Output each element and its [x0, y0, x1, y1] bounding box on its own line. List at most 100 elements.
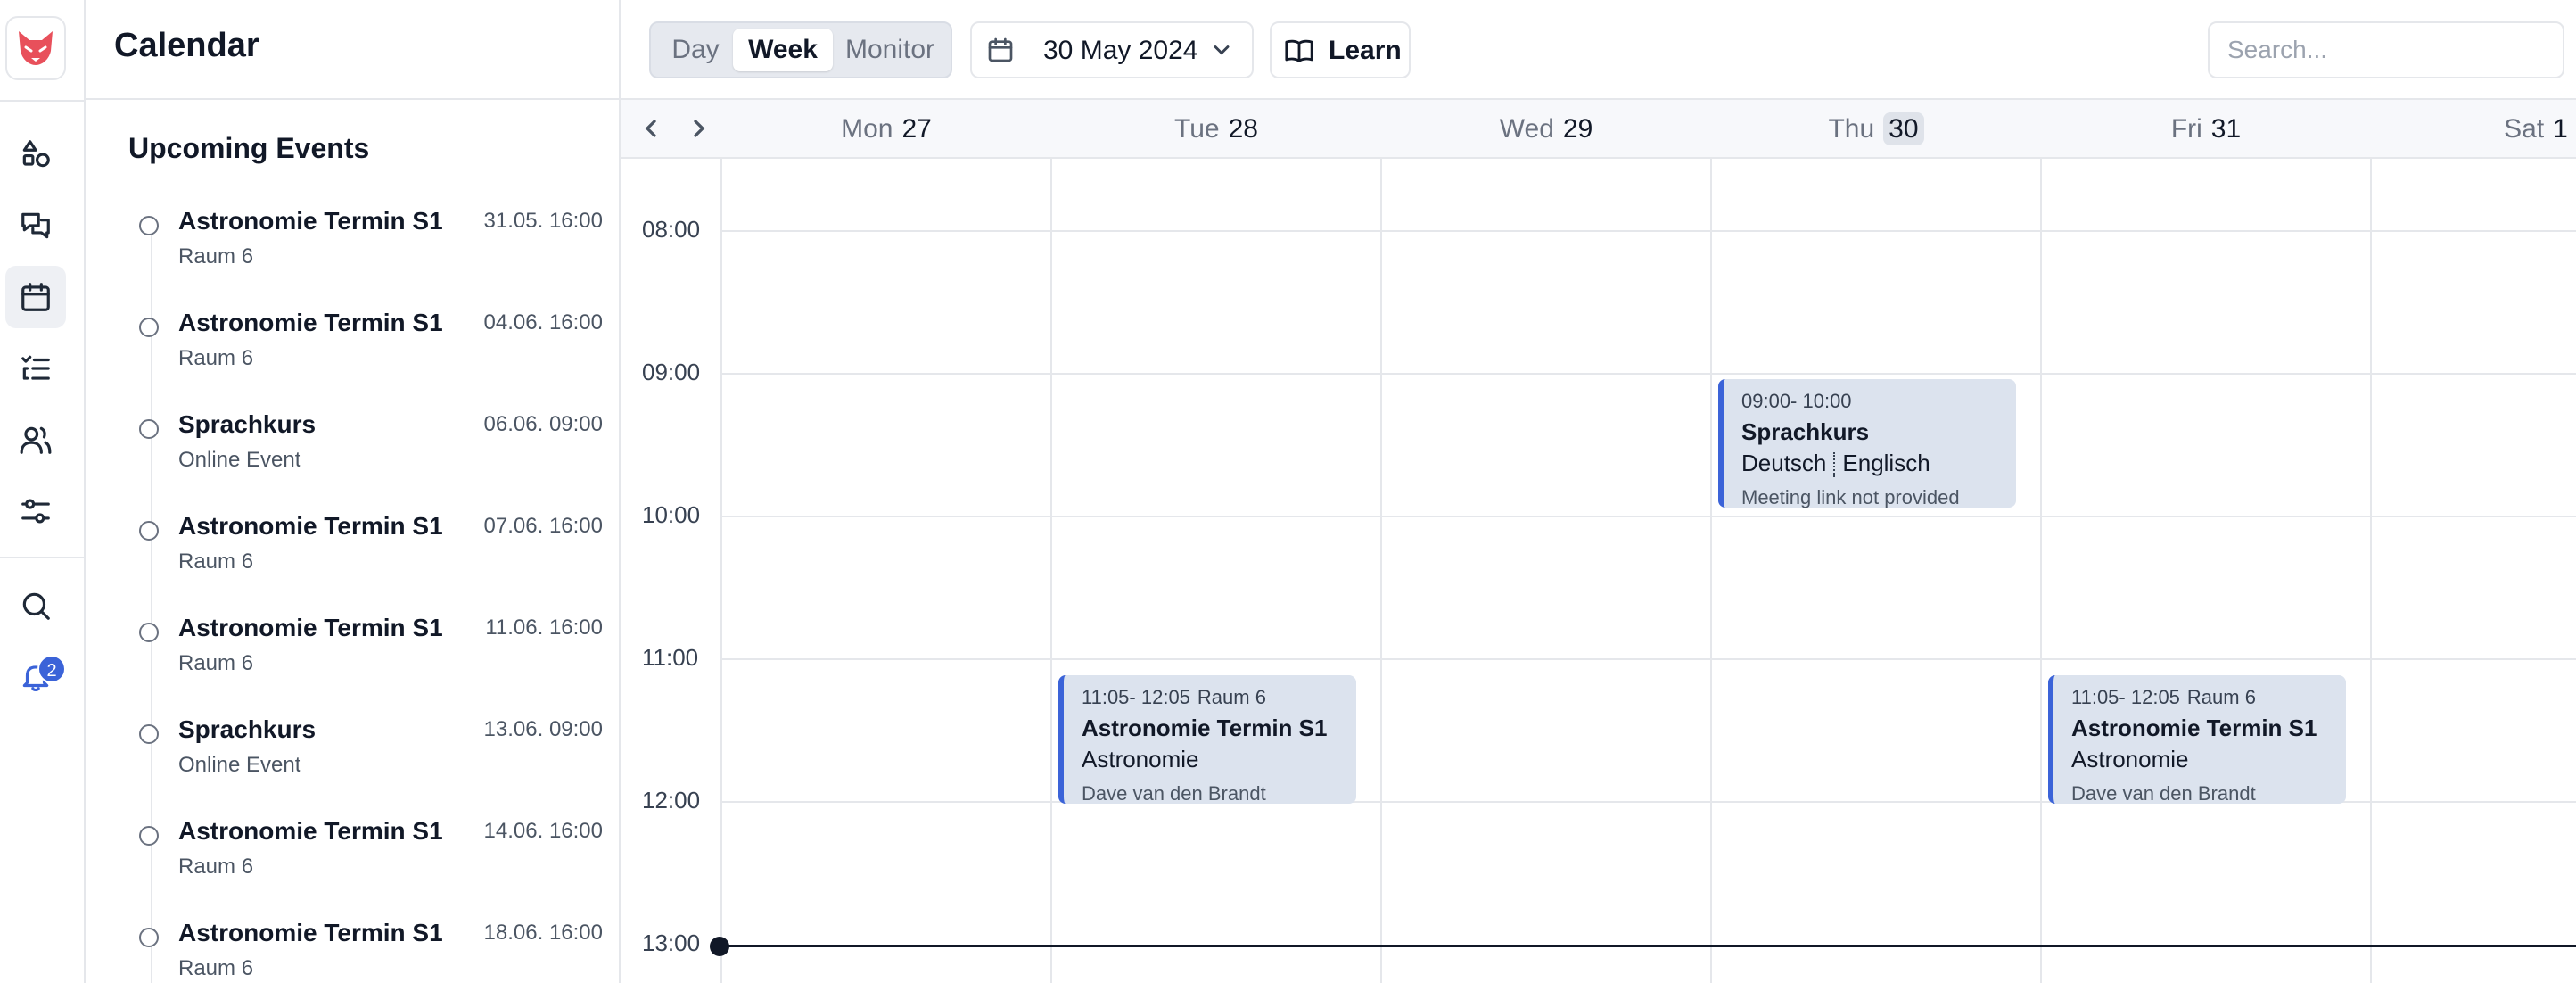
chevron-right-icon[interactable] — [685, 114, 713, 143]
event-time-row: 11:05- 12:05 Raum 6 — [2071, 686, 2346, 709]
rail-item-search[interactable] — [5, 574, 66, 637]
event-date: 04.06. 16:00 — [483, 310, 603, 335]
day-number: 31 — [2210, 114, 2242, 144]
timeline-dot — [139, 521, 159, 541]
hour-label: 12:00 — [642, 787, 701, 814]
fox-logo-icon — [19, 31, 53, 65]
event-subject: Astronomie — [2071, 746, 2189, 772]
timeline-dot — [139, 623, 159, 642]
event-title: Astronomie Termin S1 — [178, 309, 443, 336]
timeline-dot — [139, 928, 159, 947]
event-room: Raum 6 — [2186, 686, 2256, 708]
day-number: 27 — [901, 114, 932, 144]
event-title: Sprachkurs — [178, 715, 317, 743]
event-title: Sprachkurs — [1741, 418, 1870, 445]
timeline-dot — [139, 419, 159, 439]
day-number: 29 — [1562, 114, 1593, 144]
grid-column-line — [1050, 159, 1052, 983]
upcoming-event-item[interactable]: Astronomie Termin S1 04.06. 16:00 Raum 6 — [139, 309, 603, 398]
event-location: Raum 6 — [178, 346, 254, 370]
event-title: Astronomie Termin S1 — [178, 512, 443, 540]
calendar-event-astronomie[interactable]: 11:05- 12:05 Raum 6 Astronomie Termin S1 … — [2048, 675, 2346, 804]
rail-item-users[interactable] — [5, 409, 66, 471]
timeline-dot — [139, 826, 159, 846]
chat-icon — [21, 212, 50, 239]
upcoming-event-item[interactable]: Astronomie Termin S1 11.06. 16:00 Raum 6 — [139, 614, 603, 703]
event-teacher: Dave van den Brandt — [2071, 782, 2256, 804]
grid-column-line — [720, 159, 722, 983]
event-date: 07.06. 16:00 — [483, 514, 603, 538]
selected-date: 30 May 2024 — [1043, 36, 1198, 65]
chevron-left-icon[interactable] — [637, 114, 665, 143]
view-day-button[interactable]: Day — [658, 29, 733, 71]
date-picker[interactable]: 30 May 2024 — [970, 21, 1254, 78]
upcoming-event-item[interactable]: Sprachkurs 06.06. 09:00 Online Event — [139, 410, 603, 500]
search-icon — [22, 592, 50, 620]
event-subject: Astronomie — [1082, 746, 1199, 772]
app-logo[interactable] — [5, 16, 66, 80]
calendar-icon — [21, 283, 50, 311]
calendar-event-sprachkurs[interactable]: 09:00- 10:00 Sprachkurs Deutsch Englisch … — [1718, 379, 2016, 508]
upcoming-event-item[interactable]: Astronomie Termin S1 07.06. 16:00 Raum 6 — [139, 512, 603, 601]
day-header-tue[interactable]: Tue 28 — [1051, 114, 1381, 150]
upcoming-events-heading: Upcoming Events — [128, 132, 370, 164]
grid-column-line — [1380, 159, 1382, 983]
day-header-wed[interactable]: Wed 29 — [1381, 114, 1711, 150]
day-header-fri[interactable]: Fri 31 — [2041, 114, 2371, 150]
upcoming-event-item[interactable]: Astronomie Termin S1 31.05. 16:00 Raum 6 — [139, 207, 603, 296]
grid-column-line — [2370, 159, 2372, 983]
calendar-event-astronomie[interactable]: 11:05- 12:05 Raum 6 Astronomie Termin S1 … — [1058, 675, 1356, 804]
grid-hour-line — [720, 516, 2576, 517]
event-date: 18.06. 16:00 — [483, 921, 603, 945]
users-icon — [20, 426, 52, 454]
notification-badge: 2 — [37, 655, 66, 683]
day-header-sat[interactable]: Sat 1 — [2371, 114, 2576, 150]
rail-divider — [0, 557, 84, 558]
day-header-mon[interactable]: Mon 27 — [721, 114, 1051, 150]
day-header-thu[interactable]: Thu 30 — [1711, 112, 2041, 150]
event-title: Astronomie Termin S1 — [178, 614, 443, 641]
icon-rail: 2 — [0, 0, 86, 983]
view-week-button[interactable]: Week — [733, 29, 833, 71]
rail-item-tasks[interactable] — [5, 337, 66, 400]
day-name: Sat — [2504, 114, 2545, 144]
upcoming-event-item[interactable]: Astronomie Termin S1 14.06. 16:00 Raum 6 — [139, 817, 603, 906]
rail-item-settings[interactable] — [5, 480, 66, 542]
view-monitor-button[interactable]: Monitor — [833, 29, 947, 71]
grid-hour-line — [720, 373, 2576, 375]
event-date: 13.06. 09:00 — [483, 717, 603, 741]
week-calendar: Mon 27 Tue 28 Wed 29 Thu 30 Fri 31 Sat 1 08:00… — [621, 100, 2576, 983]
rail-item-dashboard[interactable] — [5, 123, 66, 186]
hour-label: 11:00 — [642, 644, 699, 671]
grid-hour-line — [720, 230, 2576, 232]
timeline-dot — [139, 318, 159, 337]
day-name: Mon — [841, 114, 893, 144]
event-subjects: Deutsch Englisch — [1741, 450, 2016, 478]
rail-item-messages[interactable] — [5, 194, 66, 257]
view-switcher: Day Week Monitor — [649, 21, 952, 78]
rail-item-calendar[interactable] — [5, 266, 66, 328]
rail-item-notifications[interactable]: 2 — [5, 646, 66, 708]
calendar-toolbar: Day Week Monitor 30 May 2024 Learn — [621, 0, 2576, 100]
event-time-row: 11:05- 12:05 Raum 6 — [1082, 686, 1356, 709]
upcoming-event-item[interactable]: Astronomie Termin S1 18.06. 16:00 Raum 6 — [139, 919, 603, 983]
grid-column-line — [1710, 159, 1712, 983]
learn-button[interactable]: Learn — [1270, 21, 1411, 78]
search-input[interactable] — [2208, 21, 2564, 78]
learn-label: Learn — [1329, 36, 1402, 65]
event-location: Raum 6 — [178, 855, 254, 879]
day-name: Tue — [1174, 114, 1220, 144]
event-location: Raum 6 — [178, 956, 254, 980]
week-header: Mon 27 Tue 28 Wed 29 Thu 30 Fri 31 Sat 1 — [621, 100, 2576, 159]
day-name: Wed — [1499, 114, 1554, 144]
rail-divider — [0, 100, 84, 102]
shapes-icon — [22, 140, 50, 168]
subject-left: Deutsch — [1741, 450, 1827, 476]
day-number: 28 — [1228, 114, 1258, 144]
upcoming-event-item[interactable]: Sprachkurs 13.06. 09:00 Online Event — [139, 715, 603, 805]
event-title: Astronomie Termin S1 — [178, 207, 443, 235]
event-title: Astronomie Termin S1 — [1082, 715, 1328, 741]
event-location: Online Event — [178, 448, 301, 472]
grid-column-line — [2040, 159, 2042, 983]
event-date: 06.06. 09:00 — [483, 412, 603, 436]
